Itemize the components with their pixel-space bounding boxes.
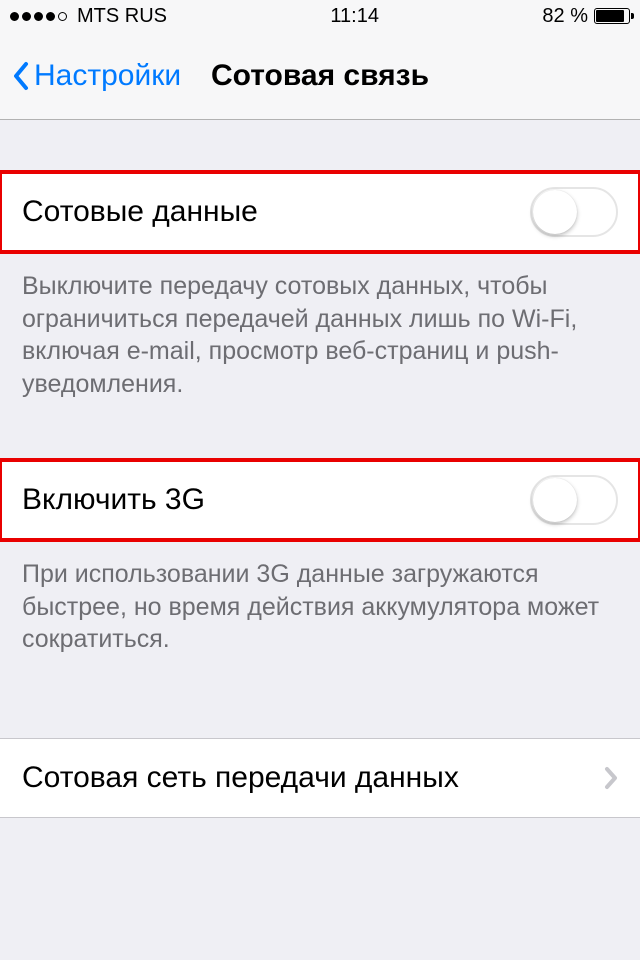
chevron-left-icon: [12, 61, 30, 91]
status-left: MTS RUS: [10, 5, 167, 28]
battery-icon: [594, 8, 630, 24]
back-button[interactable]: Настройки: [12, 59, 181, 93]
enable-3g-row[interactable]: Включить 3G: [0, 460, 640, 540]
nav-bar: Настройки Сотовая связь: [0, 32, 640, 120]
cellular-data-label: Сотовые данные: [22, 195, 258, 229]
clock: 11:14: [330, 5, 379, 28]
enable-3g-toggle[interactable]: [530, 475, 618, 525]
cellular-data-footer: Выключите передачу сотовых данных, чтобы…: [0, 252, 640, 400]
cellular-network-row[interactable]: Сотовая сеть передачи данных: [0, 738, 640, 818]
enable-3g-label: Включить 3G: [22, 483, 205, 517]
chevron-right-icon: [604, 766, 618, 790]
signal-strength-icon: [10, 12, 67, 21]
enable-3g-footer: При использовании 3G данные загружаются …: [0, 540, 640, 656]
cellular-data-toggle[interactable]: [530, 187, 618, 237]
status-right: 82 %: [542, 5, 630, 28]
content: Сотовые данные Выключите передачу сотовы…: [0, 120, 640, 818]
battery-percent: 82 %: [542, 5, 588, 28]
cellular-network-label: Сотовая сеть передачи данных: [22, 761, 459, 795]
carrier-label: MTS RUS: [77, 5, 167, 28]
page-title: Сотовая связь: [211, 59, 429, 93]
cellular-data-row[interactable]: Сотовые данные: [0, 172, 640, 252]
status-bar: MTS RUS 11:14 82 %: [0, 0, 640, 32]
back-label: Настройки: [34, 59, 181, 93]
